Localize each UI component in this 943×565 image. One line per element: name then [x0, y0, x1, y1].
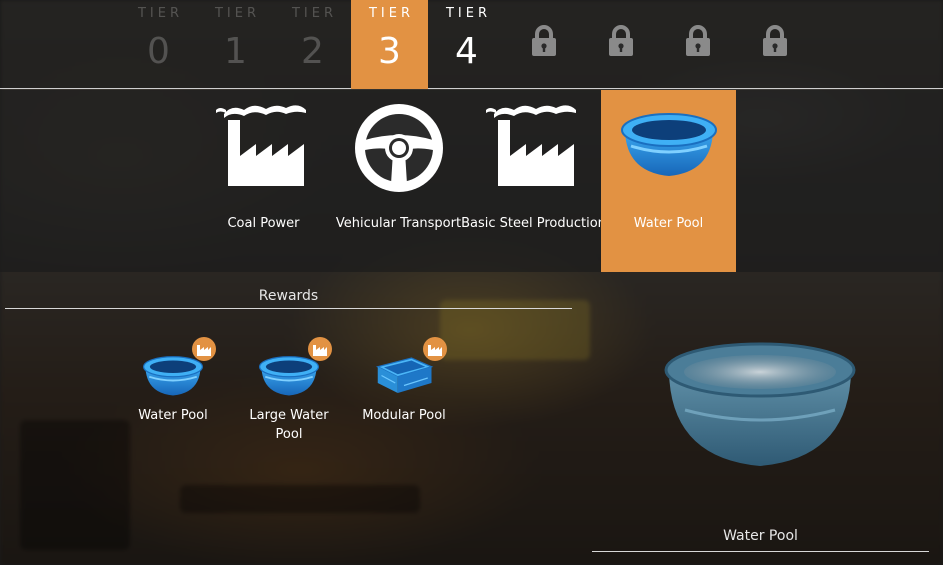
- rewards-title: Rewards: [258, 288, 319, 304]
- milestone-coal-power[interactable]: Coal Power: [196, 90, 331, 272]
- reward-name: Modular Pool: [362, 408, 446, 423]
- milestone-name: Coal Power: [227, 216, 300, 231]
- reward-modular-pool[interactable]: Modular Pool: [354, 337, 454, 425]
- factory-badge-icon: [308, 337, 332, 361]
- tier-bar: TIER 0 TIER 1 TIER 2 TIER 3 TIER 4: [0, 0, 943, 89]
- water-pool-icon: [620, 113, 717, 176]
- tier-3-tab[interactable]: TIER 3: [351, 0, 428, 89]
- tier-number: 3: [378, 31, 401, 72]
- milestone-name: Water Pool: [633, 216, 704, 231]
- factory-icon: [485, 105, 576, 186]
- milestone-basic-steel-production[interactable]: Basic Steel Production: [461, 90, 606, 272]
- tier-4-tab[interactable]: TIER 4: [428, 0, 505, 89]
- tier-8-locked[interactable]: [736, 0, 813, 89]
- lock-icon: [532, 25, 556, 56]
- tier-7-locked[interactable]: [659, 0, 736, 89]
- factory-badge-icon: [192, 337, 216, 361]
- tier-label: TIER: [291, 6, 338, 21]
- tier-number: 0: [147, 31, 170, 72]
- preview-divider: [592, 551, 929, 552]
- tier-label: TIER: [445, 6, 492, 21]
- milestone-name: Vehicular Transport: [335, 216, 462, 231]
- tier-label: TIER: [137, 6, 184, 21]
- factory-badge-icon: [423, 337, 447, 361]
- preview-title: Water Pool: [723, 528, 798, 544]
- lock-icon: [686, 25, 710, 56]
- preview-model: [655, 330, 865, 480]
- tier-number: 2: [301, 31, 324, 72]
- factory-icon: [215, 105, 306, 186]
- reward-name: Water Pool: [138, 408, 208, 423]
- reward-name: Large Water Pool: [249, 408, 329, 442]
- milestone-vehicular-transport[interactable]: Vehicular Transport: [331, 90, 466, 272]
- tier-label: TIER: [368, 6, 415, 21]
- reward-water-pool[interactable]: Water Pool: [123, 337, 223, 425]
- tier-label: TIER: [214, 6, 261, 21]
- rewards-divider: [5, 308, 572, 309]
- tier-2-tab[interactable]: TIER 2: [274, 0, 351, 89]
- tier-number: 1: [224, 31, 247, 72]
- tier-number: 4: [455, 31, 478, 72]
- steering-wheel-icon: [354, 104, 443, 192]
- milestone-water-pool[interactable]: Water Pool: [601, 90, 736, 272]
- water-pool-preview-icon: [664, 342, 856, 466]
- lock-icon: [609, 25, 633, 56]
- milestone-name: Basic Steel Production: [461, 216, 606, 231]
- milestone-list: Coal Power Vehicular Transport Basic Ste: [0, 90, 943, 272]
- tier-6-locked[interactable]: [582, 0, 659, 89]
- tier-5-locked[interactable]: [505, 0, 582, 89]
- lock-icon: [763, 25, 787, 56]
- tier-0-tab[interactable]: TIER 0: [120, 0, 197, 89]
- reward-large-water-pool[interactable]: Large Water Pool: [239, 337, 339, 444]
- tier-1-tab[interactable]: TIER 1: [197, 0, 274, 89]
